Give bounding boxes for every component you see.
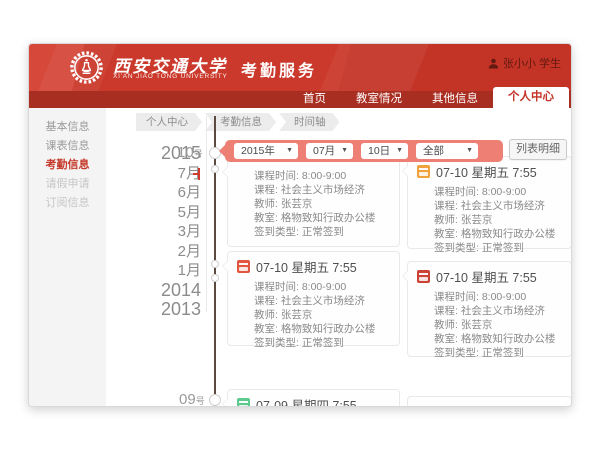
university-name-en: XI'AN JIAO TONG UNIVERSITY [113, 73, 228, 80]
timeline-month[interactable]: 2月 [129, 242, 201, 262]
card-field-teacher: 教师: 张芸京 [434, 213, 563, 227]
sidebar-item-schedule-info[interactable]: 课表信息 [29, 137, 106, 156]
day-label-09: 09号 [179, 391, 205, 407]
sidebar-item-subscription-info[interactable]: 订阅信息 [29, 194, 106, 213]
calendar-icon [237, 260, 250, 273]
card-pointer [222, 166, 228, 178]
sidebar-item-leave-request[interactable]: 请假申请 [29, 175, 106, 194]
card-date-title: 07-09 星期四 7:55 [256, 395, 357, 407]
card-field-classroom: 教室: 格物致知行政办公楼 [254, 322, 391, 336]
calendar-icon [417, 270, 430, 283]
card-field-teacher: 教师: 张芸京 [254, 308, 391, 322]
card-pointer [222, 398, 228, 407]
card-date-title: 07-10 星期五 7:55 [436, 267, 537, 286]
card-date-title: 07-10 星期五 7:55 [436, 162, 537, 181]
card-pointer [402, 270, 408, 282]
chevron-down-icon: ▼ [466, 143, 473, 159]
user-account[interactable]: 张小小 学生 [488, 55, 561, 71]
timeline-node [209, 394, 221, 406]
rail-separator [206, 116, 207, 312]
timeline-year[interactable]: 2014 [129, 281, 201, 301]
card-field-course-time: 课程时间: 8:00-9:00 [434, 290, 563, 304]
app-window: 西安交通大学 XI'AN JIAO TONG UNIVERSITY 考勤服务 张… [28, 43, 572, 407]
timeline-node [211, 260, 219, 268]
list-detail-button[interactable]: 列表明细 [509, 139, 567, 160]
attendance-card[interactable]: 07-09 星期四 7:55 [227, 389, 400, 407]
card-date-title: 07-10 星期五 7:55 [256, 257, 357, 276]
card-pointer [402, 165, 408, 177]
card-field-signin-type: 签到类型: 正常签到 [434, 346, 563, 360]
attendance-card[interactable]: 07-10 星期五 7:55 课程时间: 8:00-9:00 课程: 社会主义市… [407, 261, 572, 357]
card-field-classroom: 教室: 格物致知行政办公楼 [434, 227, 563, 241]
card-field-signin-type: 签到类型: 正常签到 [254, 225, 391, 239]
breadcrumb-personal-center[interactable]: 个人中心 [136, 113, 202, 131]
card-field-classroom: 教室: 格物致知行政办公楼 [254, 211, 391, 225]
service-title: 考勤服务 [241, 57, 317, 81]
timeline-node [211, 274, 219, 282]
card-field-course: 课程: 社会主义市场经济 [434, 199, 563, 213]
type-dropdown[interactable]: 全部 ▼ [416, 143, 478, 159]
card-field-teacher: 教师: 张芸京 [254, 197, 391, 211]
user-icon [488, 58, 499, 69]
card-header: 07-10 星期五 7:55 [228, 252, 399, 278]
chevron-down-icon: ▼ [286, 143, 293, 159]
date-filter-bar: 2015年 ▼ 07月 ▼ 10日 ▼ 全部 ▼ [225, 140, 503, 162]
timeline-month[interactable]: 5月 [129, 203, 201, 223]
timeline-month[interactable]: 6月 [129, 183, 201, 203]
card-field-course: 课程: 社会主义市场经济 [434, 304, 563, 318]
card-field-signin-type: 签到类型: 正常签到 [254, 336, 391, 350]
calendar-icon [237, 398, 250, 407]
attendance-card[interactable]: 07-10 星期五 7:55 课程时间: 8:00-9:00 课程: 社会主义市… [227, 251, 400, 346]
year-dropdown[interactable]: 2015年 ▼ [234, 143, 298, 159]
day-label-10: 10号 [177, 144, 203, 161]
attendance-card[interactable]: 07-10 星期五 7:55 课程时间: 8:00-9:00 课程: 社会主义市… [407, 156, 572, 249]
timeline-node [211, 165, 219, 173]
attendance-card[interactable] [407, 396, 572, 407]
timeline-month[interactable]: 3月 [129, 222, 201, 242]
card-field-signin-type: 签到类型: 正常签到 [434, 241, 563, 255]
card-field-course-time: 课程时间: 8:00-9:00 [254, 280, 391, 294]
card-field-course-time: 课程时间: 8:00-9:00 [254, 169, 391, 183]
nav-tab-classrooms[interactable]: 教室情况 [341, 91, 417, 108]
chevron-down-icon: ▼ [341, 143, 348, 159]
card-pointer [222, 260, 228, 272]
card-field-classroom: 教室: 格物致知行政办公楼 [434, 332, 563, 346]
card-field-course: 课程: 社会主义市场经济 [254, 294, 391, 308]
card-field-teacher: 教师: 张芸京 [434, 318, 563, 332]
card-field-course: 课程: 社会主义市场经济 [254, 183, 391, 197]
sidebar-item-basic-info[interactable]: 基本信息 [29, 118, 106, 137]
app-header: 西安交通大学 XI'AN JIAO TONG UNIVERSITY 考勤服务 张… [29, 44, 571, 91]
sidebar-item-attendance-info[interactable]: 考勤信息 [29, 156, 106, 175]
day-dropdown[interactable]: 10日 ▼ [361, 143, 408, 159]
chevron-down-icon: ▼ [396, 143, 403, 159]
nav-tab-other-info[interactable]: 其他信息 [417, 91, 493, 108]
timeline-year[interactable]: 2013 [129, 300, 201, 320]
breadcrumb-timeline[interactable]: 时间轴 [279, 113, 340, 131]
card-header: 07-09 星期四 7:55 [228, 390, 399, 407]
timeline-month[interactable]: 1月 [129, 261, 201, 281]
university-logo-icon [69, 50, 104, 85]
user-name-role: 张小小 学生 [503, 55, 561, 71]
nav-tab-home[interactable]: 首页 [288, 91, 341, 108]
current-month-marker [198, 168, 200, 180]
timeline-year-month-list: 2015 7月 6月 5月 3月 2月 1月 2014 2013 [129, 144, 201, 320]
month-dropdown[interactable]: 07月 ▼ [306, 143, 353, 159]
nav-tab-personal-center[interactable]: 个人中心 [493, 87, 569, 108]
card-header: 07-10 星期五 7:55 [408, 262, 571, 288]
main-nav: 首页 教室情况 其他信息 个人中心 [29, 91, 571, 108]
breadcrumb: 个人中心 考勤信息 时间轴 [136, 113, 340, 131]
calendar-icon [417, 165, 430, 178]
card-field-course-time: 课程时间: 8:00-9:00 [434, 185, 563, 199]
timeline-month[interactable]: 7月 [129, 164, 201, 184]
sidebar: 基本信息 课表信息 考勤信息 请假申请 订阅信息 [29, 108, 106, 407]
